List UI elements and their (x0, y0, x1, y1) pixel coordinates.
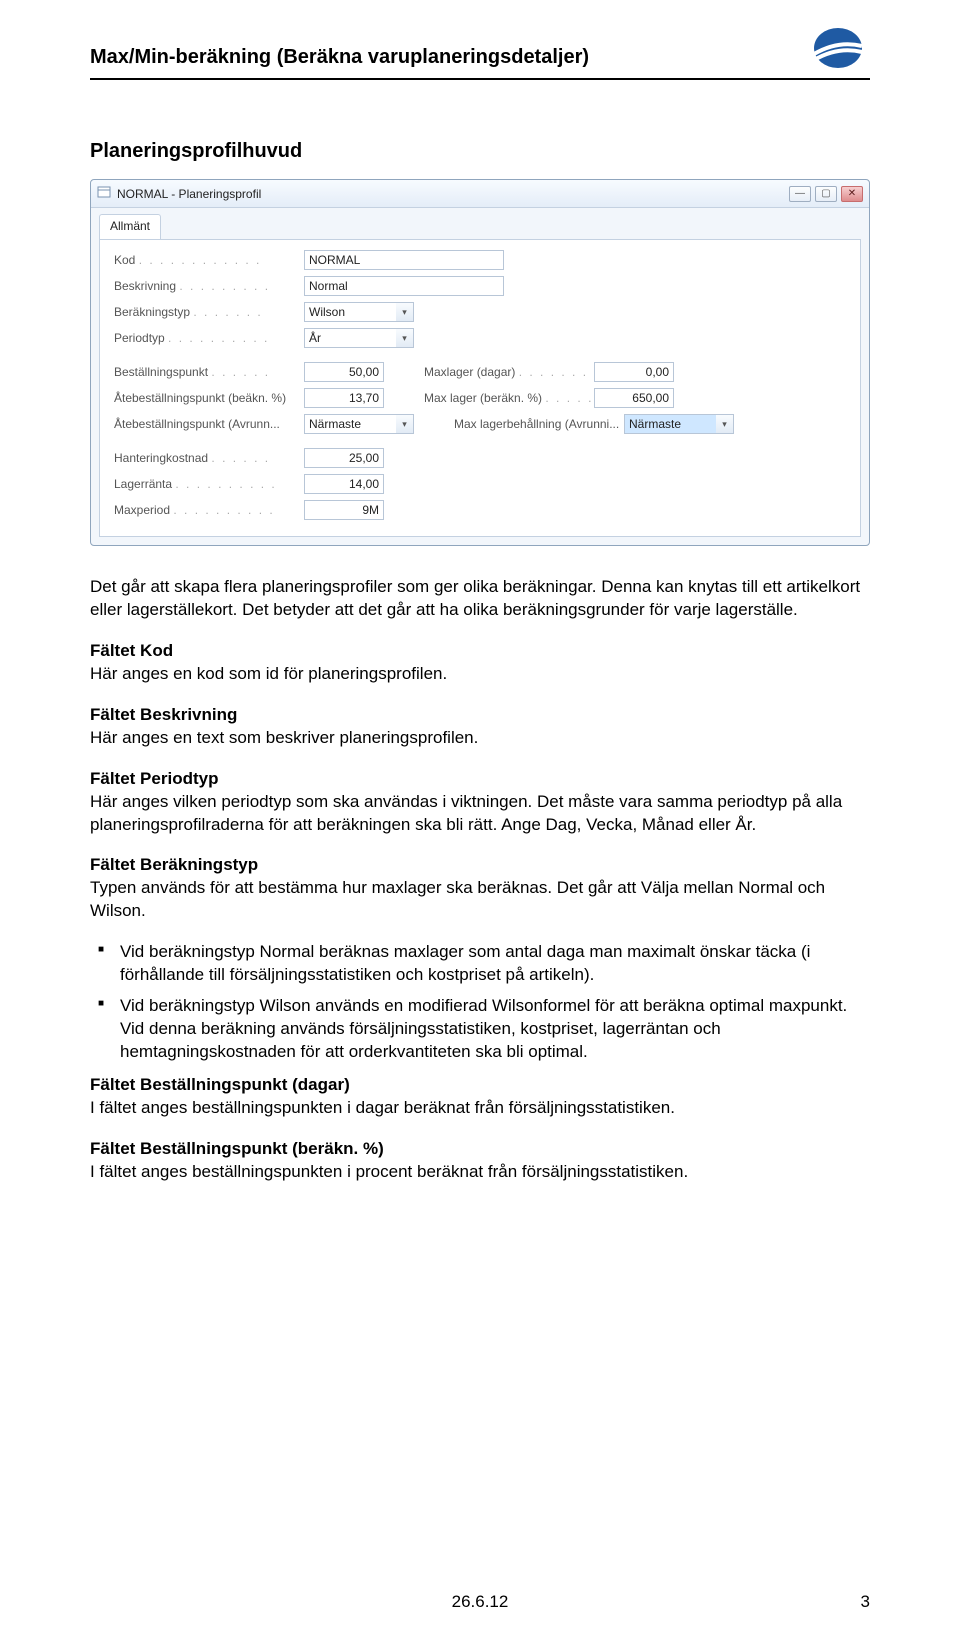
maximize-button[interactable]: ▢ (815, 186, 837, 202)
label-atbestallning-avrun: Åtebeställningspunkt (Avrunn... (114, 417, 304, 431)
text-faltet-periodtyp: Här anges vilken periodtyp som ska använ… (90, 792, 842, 834)
input-bestallningspunkt[interactable] (304, 362, 384, 382)
label-atbestallning-pct: Åtebeställningspunkt (beäkn. %) (114, 391, 304, 405)
input-atbestallning-pct[interactable] (304, 388, 384, 408)
window-titlebar: NORMAL - Planeringsprofil — ▢ ✕ (91, 180, 869, 208)
text-bestallningspunkt-pct: I fältet anges beställningspunkten i pro… (90, 1162, 688, 1181)
text-faltet-kod: Här anges en kod som id för planeringspr… (90, 664, 447, 683)
list-item: Vid beräkningstyp Wilson används en modi… (94, 995, 870, 1064)
heading-bestallningspunkt-pct: Fältet Beställningspunkt (beräkn. %) (90, 1139, 384, 1158)
text-bestallningspunkt-dagar: I fältet anges beställningspunkten i dag… (90, 1098, 675, 1117)
label-beskrivning: Beskrivning . . . . . . . . . (114, 279, 304, 293)
chevron-down-icon[interactable]: ▾ (396, 414, 414, 434)
header-rule (90, 78, 870, 80)
footer-date: 26.6.12 (0, 1592, 960, 1612)
planning-profile-window: NORMAL - Planeringsprofil — ▢ ✕ Allmänt … (90, 179, 870, 546)
label-maxlager-dagar: Maxlager (dagar) . . . . . . . (424, 365, 594, 379)
input-kod[interactable] (304, 250, 504, 270)
input-maxlager-dagar[interactable] (594, 362, 674, 382)
label-lagerranta: Lagerränta . . . . . . . . . . (114, 477, 304, 491)
label-berakningstyp: Beräkningstyp . . . . . . . (114, 305, 304, 319)
label-periodtyp: Periodtyp . . . . . . . . . . (114, 331, 304, 345)
chevron-down-icon[interactable]: ▾ (396, 302, 414, 322)
heading-faltet-periodtyp: Fältet Periodtyp (90, 769, 218, 788)
heading-faltet-beskrivning: Fältet Beskrivning (90, 705, 237, 724)
input-maxperiod[interactable] (304, 500, 384, 520)
chevron-down-icon[interactable]: ▾ (396, 328, 414, 348)
label-hanteringkostnad: Hanteringkostnad . . . . . . (114, 451, 304, 465)
input-lagerranta[interactable] (304, 474, 384, 494)
text-faltet-beskrivning: Här anges en text som beskriver planerin… (90, 728, 478, 747)
label-maxlager-avrun: Max lagerbehållning (Avrunni... (454, 417, 624, 431)
label-maxperiod: Maxperiod . . . . . . . . . . (114, 503, 304, 517)
chevron-down-icon[interactable]: ▾ (716, 414, 734, 434)
page-number: 3 (861, 1592, 870, 1612)
label-maxlager-berakn: Max lager (beräkn. %) . . . . . (424, 391, 594, 405)
logo (806, 24, 870, 72)
label-bestallningspunkt: Beställningspunkt . . . . . . (114, 365, 304, 379)
heading-faltet-kod: Fältet Kod (90, 641, 173, 660)
heading-faltet-berakningstyp: Fältet Beräkningstyp (90, 855, 258, 874)
window-icon (97, 185, 111, 202)
minimize-button[interactable]: — (789, 186, 811, 202)
heading-bestallningspunkt-dagar: Fältet Beställningspunkt (dagar) (90, 1075, 350, 1094)
list-item: Vid beräkningstyp Normal beräknas maxlag… (94, 941, 870, 987)
input-hanteringkostnad[interactable] (304, 448, 384, 468)
input-beskrivning[interactable] (304, 276, 504, 296)
label-kod: Kod . . . . . . . . . . . . (114, 253, 304, 267)
intro-paragraph: Det går att skapa flera planeringsprofil… (90, 576, 870, 622)
tab-allmant[interactable]: Allmänt (99, 214, 161, 239)
close-button[interactable]: ✕ (841, 186, 863, 202)
document-title: Max/Min-beräkning (Beräkna varuplanering… (90, 24, 589, 69)
section-heading: Planeringsprofilhuvud (90, 140, 870, 163)
form-area: Kod . . . . . . . . . . . . Beskrivning … (99, 239, 861, 537)
berakningstyp-list: Vid beräkningstyp Normal beräknas maxlag… (90, 941, 870, 1064)
text-faltet-berakningstyp: Typen används för att bestämma hur maxla… (90, 878, 825, 920)
input-maxlager-berakn[interactable] (594, 388, 674, 408)
window-title: NORMAL - Planeringsprofil (117, 187, 261, 201)
